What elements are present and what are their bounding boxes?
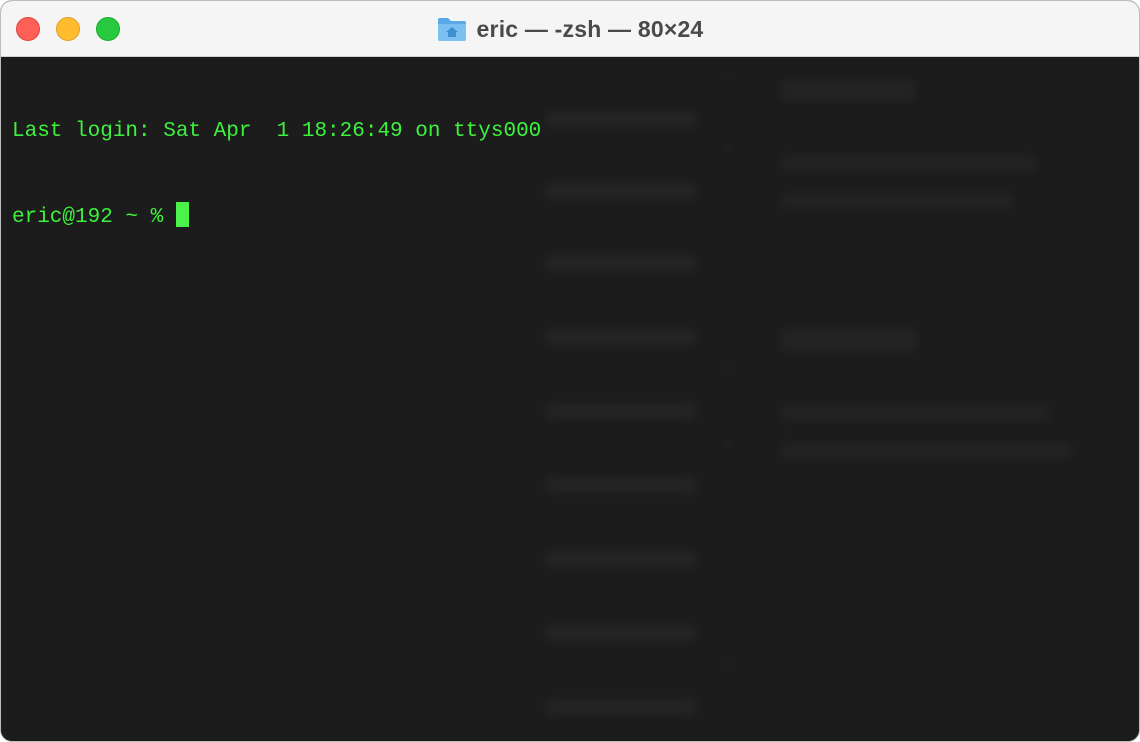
title-bar[interactable]: eric — -zsh — 80×24: [1, 1, 1139, 57]
text-cursor: [175, 202, 189, 227]
terminal-content[interactable]: Last login: Sat Apr 1 18:26:49 on ttys00…: [1, 57, 1139, 741]
window-title-group: eric — -zsh — 80×24: [1, 1, 1139, 57]
terminal-window: eric — -zsh — 80×24 Last login: Sat Apr …: [0, 0, 1140, 742]
last-login-line: Last login: Sat Apr 1 18:26:49 on ttys00…: [12, 120, 542, 143]
prompt-text: eric@192 ~ %: [12, 206, 176, 229]
home-folder-icon: [437, 16, 467, 42]
prompt-line[interactable]: eric@192 ~ %: [12, 202, 541, 230]
window-title: eric — -zsh — 80×24: [476, 15, 704, 42]
terminal-output: Last login: Sat Apr 1 18:26:49 on ttys00…: [12, 62, 541, 286]
